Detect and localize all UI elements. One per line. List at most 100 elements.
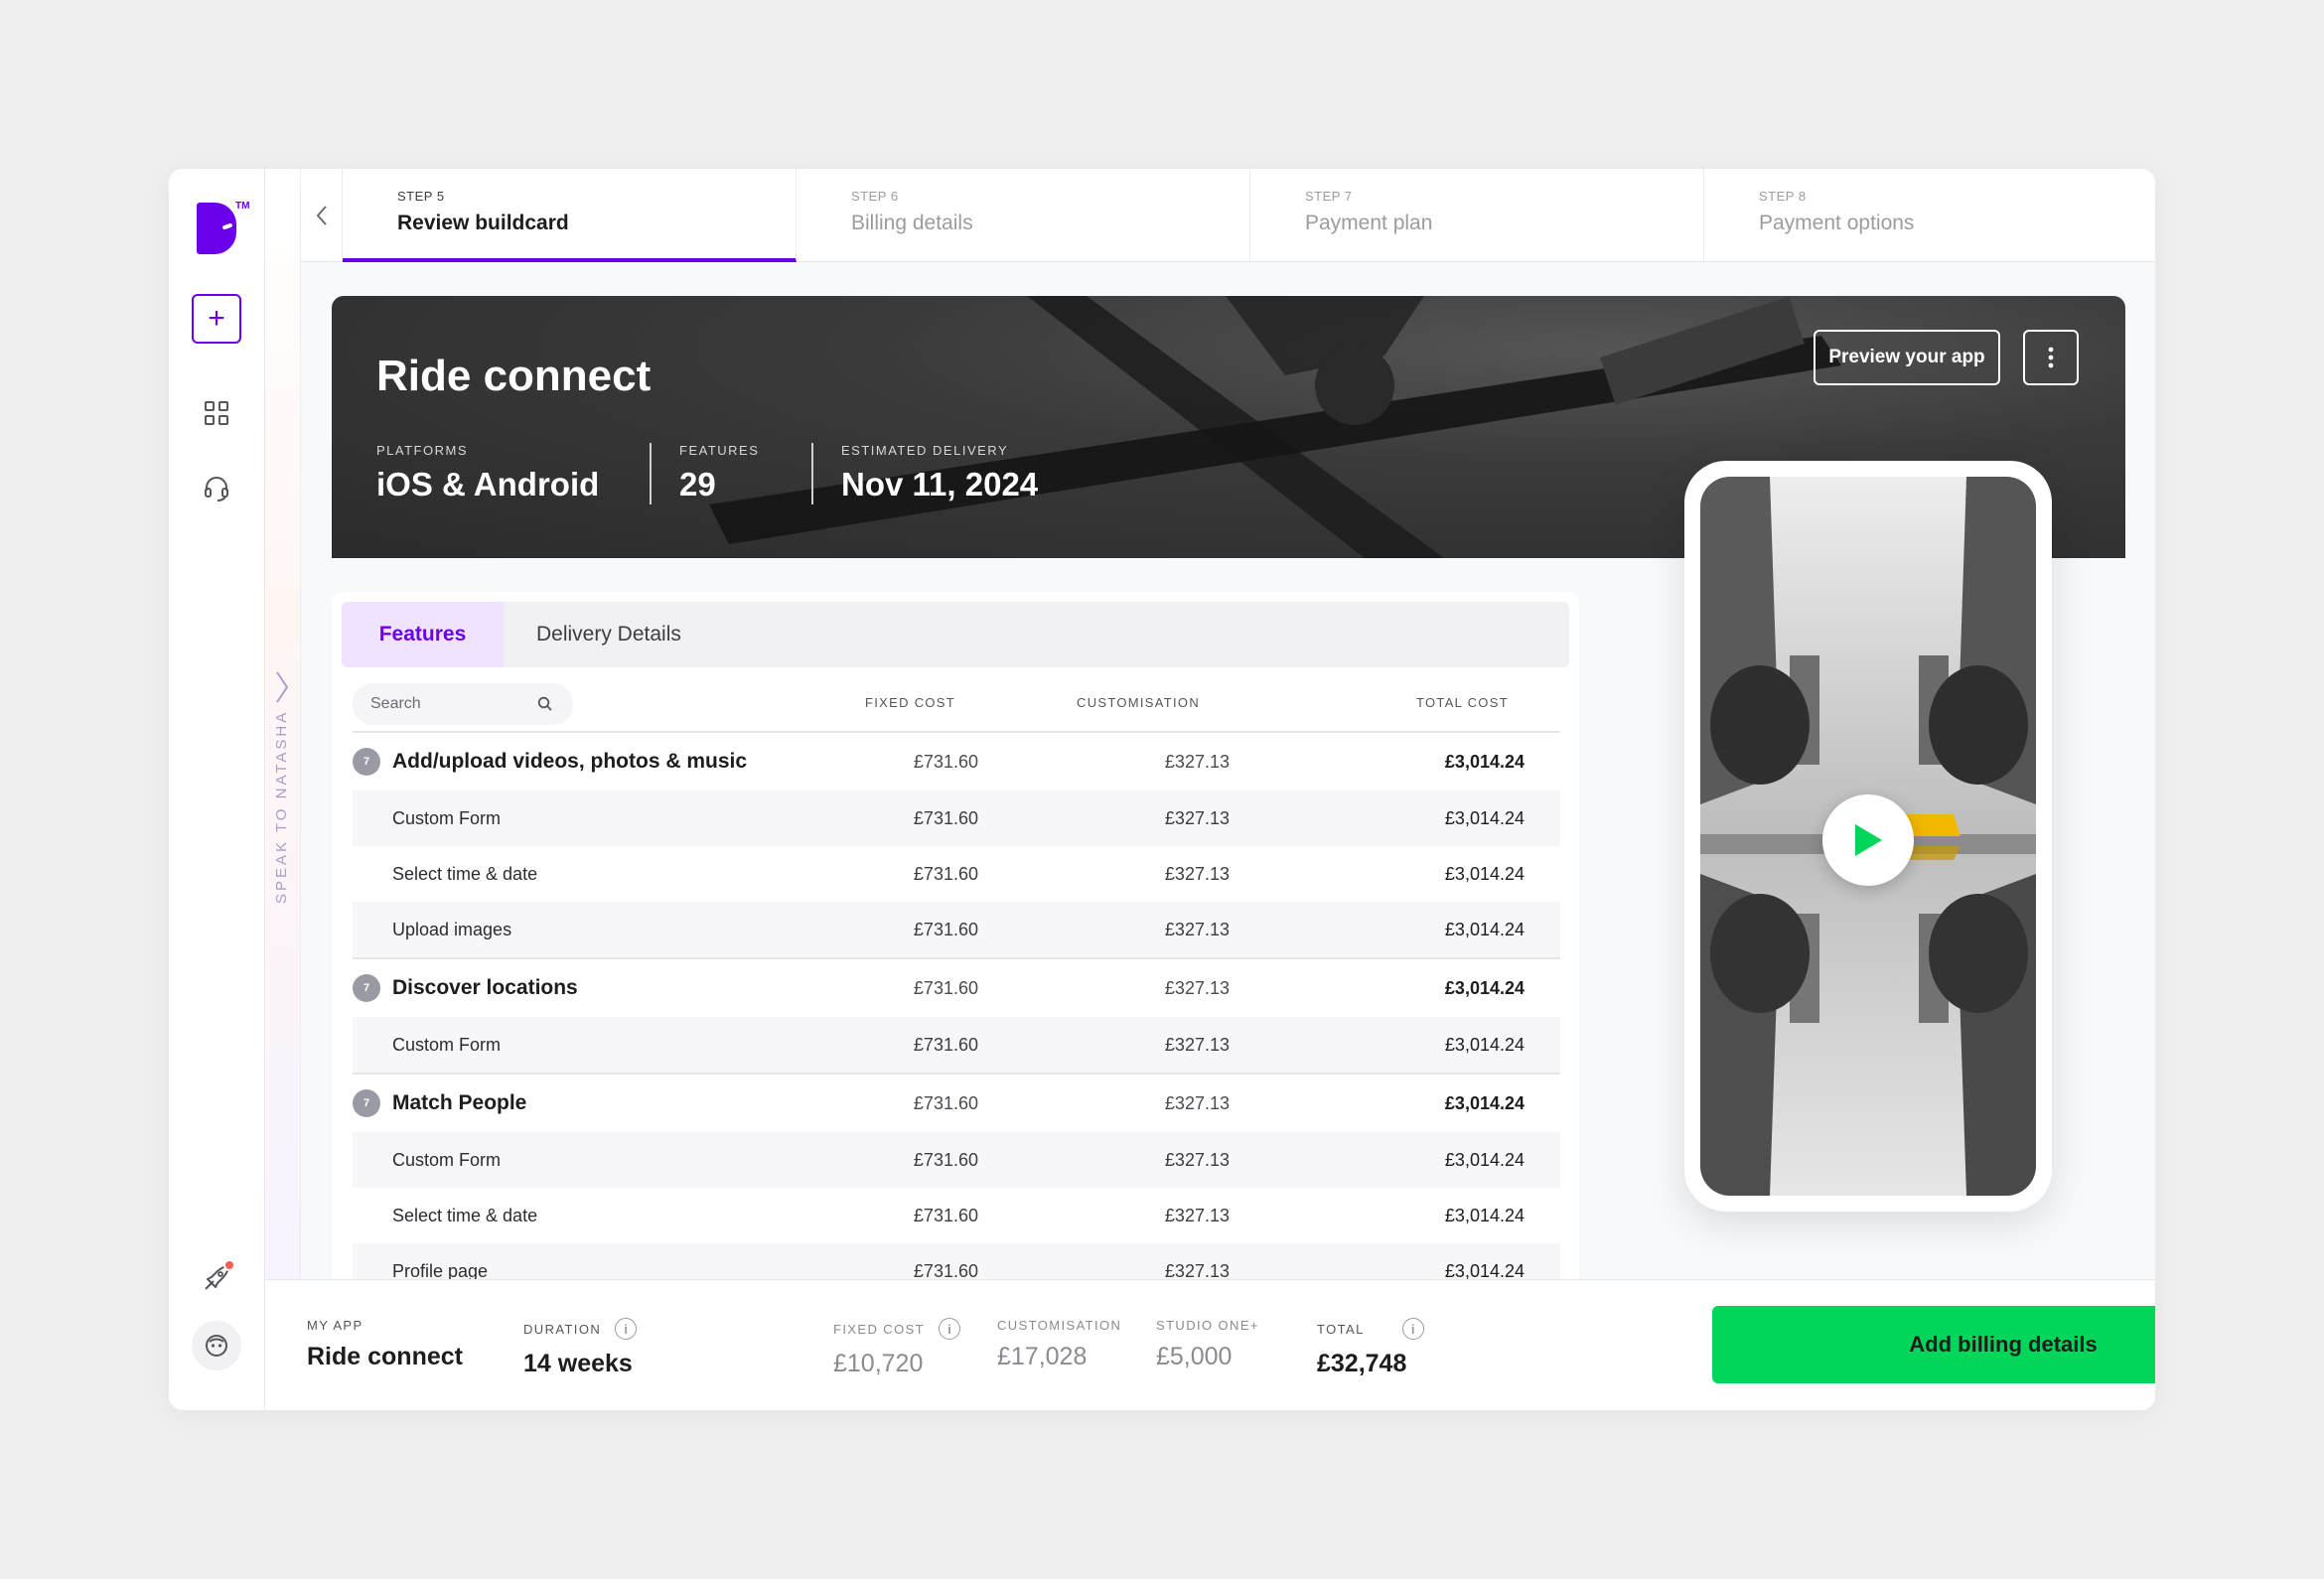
stat-divider [650,443,652,504]
customisation-cell: £327.13 [1164,1149,1230,1170]
app-preview-video[interactable] [1700,477,2036,1196]
total-cost-cell: £3,014.24 [1444,1034,1525,1055]
app-window: TM + SPEAK TO NATASHA STEP 5 Review buil… [169,169,2155,1410]
search-input[interactable] [370,695,539,713]
feature-count-badge: 7 [353,748,380,776]
tab-delivery-details[interactable]: Delivery Details [504,602,714,667]
fixed-cost-cell: £731.60 [913,977,978,998]
total-cost-cell: £3,014.24 [1444,807,1525,828]
dashboard-icon[interactable] [202,398,231,428]
delivery-stat: ESTIMATED DELIVERY Nov 11, 2024 [841,443,1039,502]
column-header-customisation: CUSTOMISATION [1077,695,1201,710]
headset-icon[interactable] [202,474,231,503]
tab-features[interactable]: Features [342,602,504,667]
sidebar: TM + [169,169,265,1410]
feature-sub-row[interactable]: Custom Form £731.60 £327.13 £3,014.24 [353,1017,1560,1073]
column-header-total-cost: TOTAL COST [1416,695,1509,710]
feature-sub-row[interactable]: Select time & date £731.60 £327.13 £3,014.2… [353,1188,1560,1243]
play-icon [1855,824,1882,856]
fixed-cost-summary: FIXED COST i £10,720 [833,1318,961,1378]
step-billing-details[interactable]: STEP 6 Billing details [797,169,1250,262]
fixed-cost-cell: £731.60 [913,1034,978,1055]
feature-name: Select time & date [392,1205,538,1225]
info-icon[interactable]: i [1401,1318,1424,1340]
features-stat: FEATURES 29 [679,443,760,502]
tab-bar: Features Delivery Details [342,602,1569,667]
total-cost-cell: £3,014.24 [1444,751,1525,772]
customisation-cell: £327.13 [1164,751,1230,772]
preview-app-button[interactable]: Preview your app [1814,330,2000,385]
platforms-stat: PLATFORMS iOS & Android [376,443,600,502]
back-button[interactable] [301,169,343,262]
my-app-summary: MY APP Ride connect [307,1318,463,1370]
bottom-summary-bar: MY APP Ride connect DURATION i 14 weeks F… [265,1279,2155,1410]
feature-sub-row[interactable]: Custom Form £731.60 £327.13 £3,014.24 [353,1132,1560,1188]
chevron-right-icon[interactable] [274,670,290,704]
fixed-cost-cell: £731.60 [913,807,978,828]
stat-divider [811,443,813,504]
feature-group-row[interactable]: 7 Match People £731.60 £327.13 £3,014.24 [353,1073,1560,1132]
studio-one-summary: STUDIO ONE+ £5,000 [1156,1318,1259,1370]
features-table: 7 Add/upload videos, photos & music £731.6… [353,731,1560,1279]
feature-group-row[interactable]: 7 Add/upload videos, photos & music £731.6… [353,731,1560,790]
total-cost-cell: £3,014.24 [1444,977,1525,998]
info-icon[interactable]: i [615,1318,638,1340]
customisation-summary: CUSTOMISATION £17,028 [997,1318,1122,1370]
customisation-cell: £327.13 [1164,807,1230,828]
step-review-buildcard[interactable]: STEP 5 Review buildcard [343,169,797,262]
customisation-cell: £327.13 [1164,1034,1230,1055]
rocket-icon[interactable] [202,1259,235,1293]
total-cost-cell: £3,014.24 [1444,1260,1525,1280]
feature-count-badge: 7 [353,974,380,1002]
total-cost-cell: £3,014.24 [1444,1149,1525,1170]
fixed-cost-cell: £731.60 [913,863,978,884]
total-cost-cell: £3,014.24 [1444,919,1525,939]
feature-sub-row[interactable]: Profile page £731.60 £327.13 £3,014.24 [353,1243,1560,1279]
fixed-cost-cell: £731.60 [913,751,978,772]
feature-sub-row[interactable]: Custom Form £731.60 £327.13 £3,014.24 [353,790,1560,846]
app-title: Ride connect [376,352,652,400]
chevron-left-icon [316,206,327,225]
fixed-cost-cell: £731.60 [913,919,978,939]
customisation-cell: £327.13 [1164,977,1230,998]
step-payment-options[interactable]: STEP 8 Payment options [1704,169,2155,262]
feature-count-badge: 7 [353,1089,380,1117]
feature-name: Select time & date [392,863,538,884]
more-vertical-icon [2048,347,2054,368]
play-button[interactable] [1822,794,1914,886]
customisation-cell: £327.13 [1164,1260,1230,1280]
avatar-icon[interactable] [192,1321,241,1370]
add-icon[interactable]: + [192,294,241,344]
fixed-cost-cell: £731.60 [913,1092,978,1113]
fixed-cost-cell: £731.60 [913,1260,978,1280]
customisation-cell: £327.13 [1164,1092,1230,1113]
feature-name: Add/upload videos, photos & music [392,750,748,773]
column-header-fixed-cost: FIXED COST [865,695,956,710]
info-icon[interactable]: i [939,1318,961,1340]
feature-name: Custom Form [392,1149,502,1170]
stepper: STEP 5 Review buildcard STEP 6 Billing d… [301,169,2155,262]
speak-to-natasha-strip[interactable]: SPEAK TO NATASHA [265,169,301,1279]
add-billing-details-button[interactable]: Add billing details [1712,1306,2155,1383]
duration-summary: DURATION i 14 weeks [523,1318,638,1378]
total-summary: TOTAL i £32,748 [1317,1318,1424,1378]
feature-group-row[interactable]: 7 Discover locations £731.60 £327.13 £3,014.… [353,957,1560,1017]
total-cost-cell: £3,014.24 [1444,863,1525,884]
feature-name: Discover locations [392,976,578,999]
notification-badge [223,1259,235,1271]
step-payment-plan[interactable]: STEP 7 Payment plan [1250,169,1704,262]
features-card: Features Delivery Details FIXED COST CUS… [332,592,1579,1279]
feature-sub-row[interactable]: Upload images £731.60 £327.13 £3,014.24 [353,902,1560,957]
phone-preview [1684,461,2052,1212]
feature-name: Upload images [392,919,512,939]
customisation-cell: £327.13 [1164,1205,1230,1225]
search-box [353,683,573,725]
search-icon[interactable] [537,696,553,712]
feature-sub-row[interactable]: Select time & date £731.60 £327.13 £3,014.2… [353,846,1560,902]
customisation-cell: £327.13 [1164,863,1230,884]
total-cost-cell: £3,014.24 [1444,1092,1525,1113]
feature-name: Profile page [392,1260,489,1280]
more-options-button[interactable] [2023,330,2079,385]
brand-logo[interactable]: TM [197,201,249,254]
fixed-cost-cell: £731.60 [913,1149,978,1170]
